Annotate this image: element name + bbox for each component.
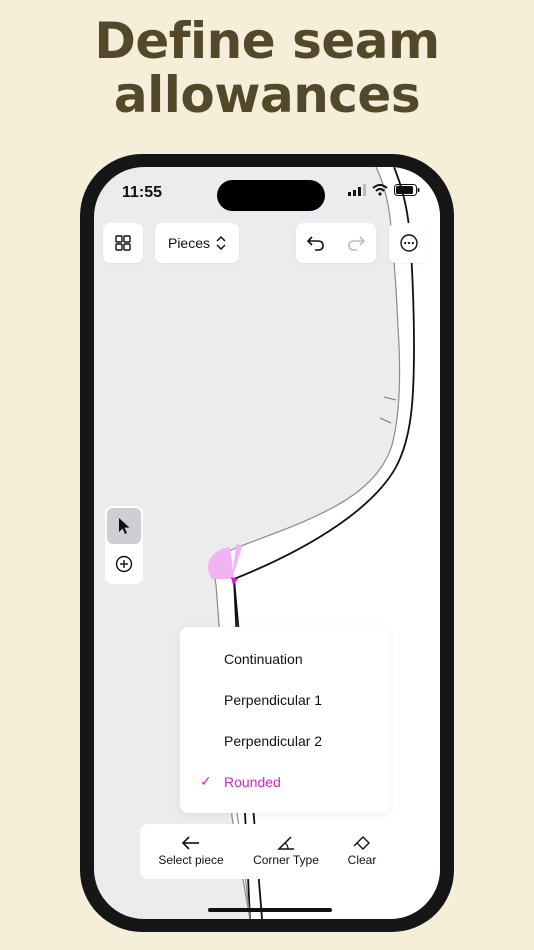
pieces-grid-button[interactable] [103,223,143,263]
checkmark-icon: ✓ [200,773,212,789]
more-icon [400,234,418,252]
status-icons [348,184,420,196]
arrow-left-icon [182,836,199,850]
headline-line-2: allowances [113,66,421,124]
clear-button[interactable]: Clear [336,824,388,879]
bottom-action-bar: Select piece Corner Type Clear [140,824,399,879]
grid-icon [115,235,131,251]
undo-button[interactable] [296,223,336,263]
pieces-label: Pieces [167,235,211,251]
corner-type-button[interactable]: Corner Type [244,824,328,879]
pointer-tool-button[interactable] [107,508,141,544]
menu-item-rounded[interactable]: ✓ Rounded [180,761,389,802]
menu-item-label: Rounded [224,773,281,790]
redo-button[interactable] [336,223,376,263]
headline: Define seam allowances [0,14,534,122]
add-point-icon [115,555,133,573]
dynamic-island [217,180,325,211]
chevron-updown-icon [216,235,226,251]
select-piece-button[interactable]: Select piece [146,824,236,879]
tool-panel [105,506,143,584]
status-time: 11:55 [122,184,163,201]
notch-1 [383,396,397,401]
undo-redo-group [296,223,376,263]
corner-type-label: Corner Type [253,853,319,867]
corner-angle-icon [277,836,294,850]
eraser-icon [353,836,370,850]
redo-icon [348,236,365,251]
corner-type-menu: Continuation Perpendicular 1 Perpendicul… [180,627,389,813]
headline-line-1: Define seam [94,12,440,70]
menu-item-label: Continuation [224,650,303,667]
phone-frame: 11:55 Pieces Continuation Perpendicular … [80,154,454,932]
menu-item-perpendicular-2[interactable]: Perpendicular 2 [180,720,389,761]
select-piece-label: Select piece [158,853,224,867]
menu-item-label: Perpendicular 2 [224,732,323,749]
home-indicator [208,908,332,912]
undo-icon [307,236,324,251]
app-screen: 11:55 Pieces Continuation Perpendicular … [94,167,440,919]
wifi-icon [372,184,388,196]
add-point-tool-button[interactable] [107,546,141,582]
pointer-icon [119,518,130,534]
menu-item-perpendicular-1[interactable]: Perpendicular 1 [180,679,389,720]
rounded-corner-highlight [207,547,234,579]
battery-icon [394,184,420,196]
clear-label: Clear [347,853,377,867]
signal-icon [348,184,366,196]
notch-2 [379,417,392,424]
more-button[interactable] [389,223,429,263]
menu-item-continuation[interactable]: Continuation [180,638,389,679]
menu-item-label: Perpendicular 1 [224,691,323,708]
pieces-dropdown[interactable]: Pieces [155,223,239,263]
